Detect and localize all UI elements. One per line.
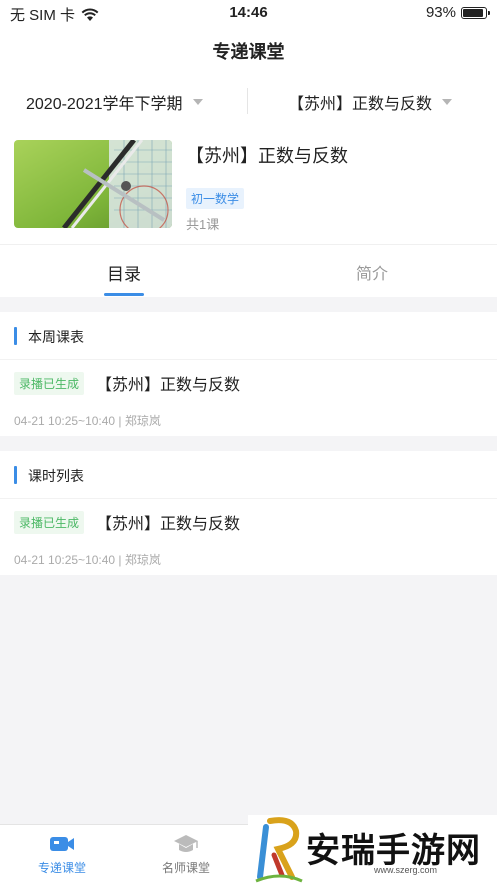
lesson-count: 共1课 [186,217,220,232]
tabbar-label: 名师课堂 [161,861,210,875]
status-badge: 录播已生成 [14,511,85,534]
filter-bar: 2020-2021学年下学期 【苏州】正数与反数 [0,76,497,126]
list-item[interactable]: 录播已生成 【苏州】正数与反数 04-21 10:25~10:40 | 郑琼岚 [0,360,497,436]
battery-group: 93% [425,4,490,21]
grade-tag: 初一数学 [186,188,245,209]
course-selector[interactable]: 【苏州】正数与反数 [288,90,453,114]
course-thumbnail [14,140,172,228]
battery-icon [461,6,490,19]
weekly-schedule-section: 本周课表 录播已生成 【苏州】正数与反数 04-21 10:25~10:40 |… [0,312,497,436]
lesson-meta: 04-21 10:25~10:40 | 郑琼岚 [14,414,161,428]
list-item[interactable]: 录播已生成 【苏州】正数与反数 04-21 10:25~10:40 | 郑琼岚 [0,499,497,575]
tabbar-label: 专递课堂 [37,861,86,875]
watermark-logo: 安瑞手游网 www.szerg.com [248,815,497,883]
course-selector-label: 【苏州】正数与反数 [288,96,433,113]
caret-down-icon [192,99,203,105]
course-title: 【苏州】正数与反数 [186,146,348,166]
page-title: 专递课堂 [212,42,285,62]
status-badge: 录播已生成 [14,372,85,395]
section-accent-bar [14,327,17,345]
course-card: 【苏州】正数与反数 初一数学 共1课 [0,126,497,244]
battery-percent: 93% [425,4,456,21]
lesson-title: 【苏州】正数与反数 [96,377,241,394]
section-header: 本周课表 [0,312,497,360]
caret-down-icon [442,99,453,105]
section-accent-bar [14,466,17,484]
status-bar: 无 SIM 卡 14:46 93% [0,0,497,26]
tab-catalog[interactable]: 目录 [64,260,184,285]
nav-bar: 专递课堂 [0,26,497,76]
tab-strip: 目录 简介 [0,244,497,297]
section-title: 本周课表 [28,329,84,345]
clock: 14:46 [229,4,268,21]
watermark-emblem-icon [255,817,303,883]
term-selector[interactable]: 2020-2021学年下学期 [26,90,203,114]
term-selector-label: 2020-2021学年下学期 [26,96,183,113]
section-header: 课时列表 [0,451,497,499]
lesson-list-section: 课时列表 录播已生成 【苏州】正数与反数 04-21 10:25~10:40 |… [0,451,497,575]
watermark-url: www.szerg.com [374,865,438,875]
lesson-meta: 04-21 10:25~10:40 | 郑琼岚 [14,553,161,567]
lesson-title: 【苏州】正数与反数 [96,516,241,533]
section-title: 课时列表 [28,468,84,484]
graduation-cap-icon [174,835,198,852]
tab-indicator [104,293,144,296]
tabbar-item-classroom[interactable]: 专递课堂 [17,833,107,876]
video-camera-icon [50,837,74,851]
tab-intro[interactable]: 简介 [312,260,432,284]
tabbar-item-master-class[interactable]: 名师课堂 [141,833,231,876]
filter-divider [247,88,248,114]
